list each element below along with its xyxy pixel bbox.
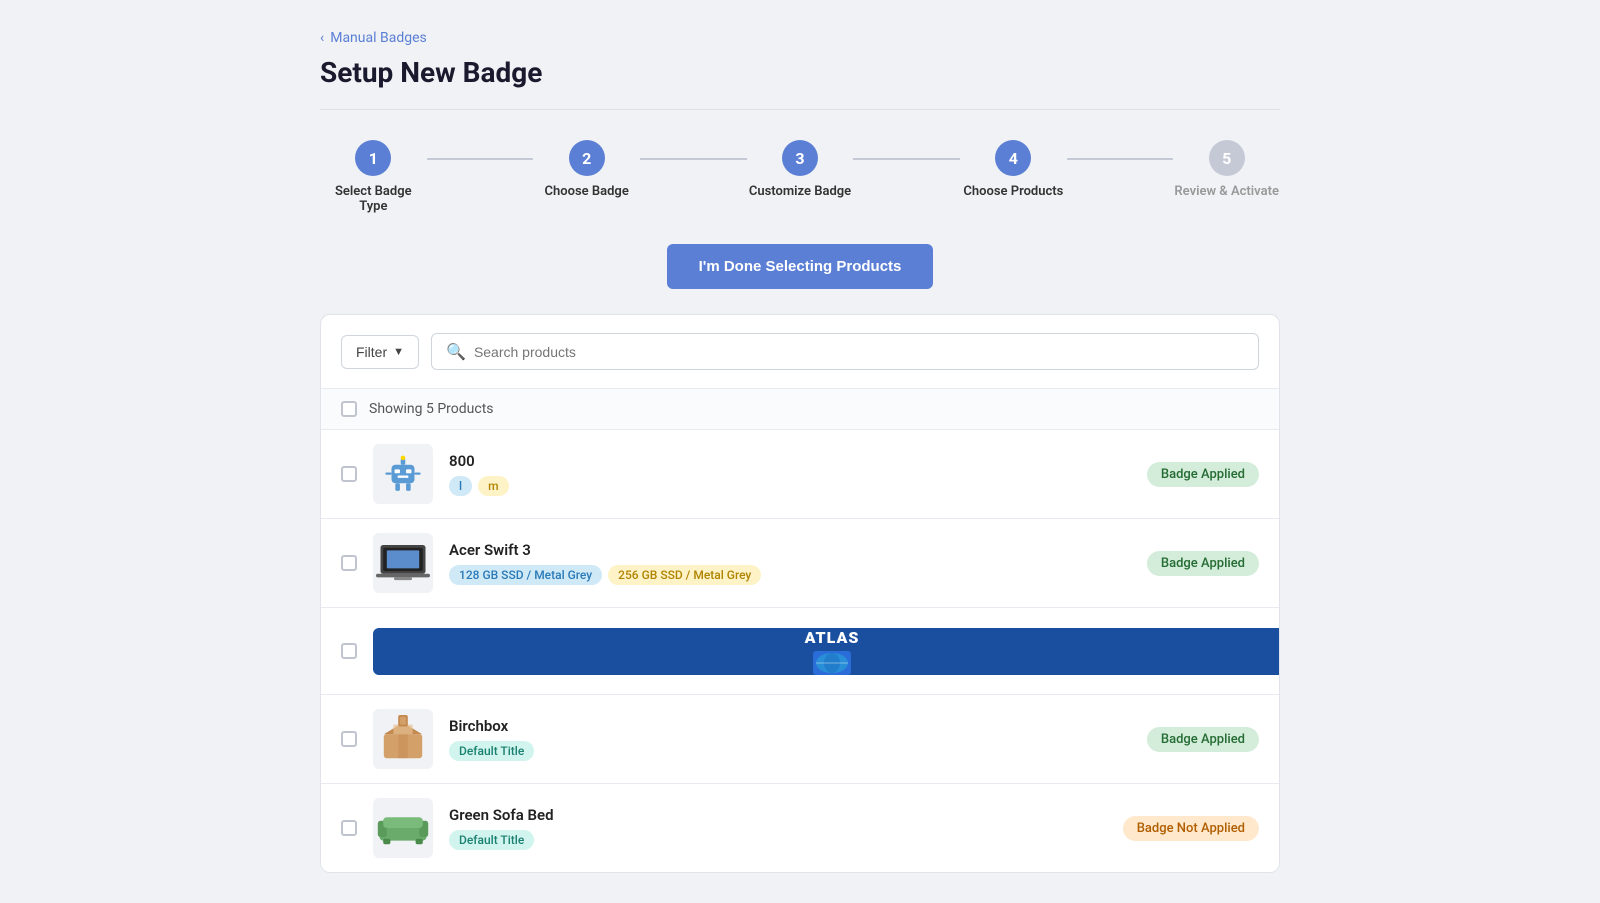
search-wrapper: 🔍 (431, 333, 1259, 370)
step-circle-1: 1 (355, 140, 391, 176)
search-input[interactable] (474, 344, 1244, 360)
badge-status-green-sofa-bed: Badge Not Applied (1123, 816, 1259, 841)
showing-text: Showing 5 Products (369, 401, 494, 417)
search-icon: 🔍 (446, 342, 466, 361)
title-divider (320, 109, 1280, 110)
product-info-800: 800 lm (449, 452, 1131, 496)
step-label-1: Select Badge Type (320, 184, 427, 214)
product-thumbnail-green-sofa-bed (373, 798, 433, 858)
product-list: 800 lm Badge Applied Acer Swift 3 128 GB… (321, 430, 1279, 872)
product-name-green-sofa-bed: Green Sofa Bed (449, 806, 1107, 824)
product-row-birchbox: Birchbox Default Title Badge Applied (321, 695, 1279, 784)
product-tag: 128 GB SSD / Metal Grey (449, 565, 602, 585)
step-label-5: Review & Activate (1174, 184, 1279, 199)
step-circle-4: 4 (995, 140, 1031, 176)
step-circle-2: 2 (569, 140, 605, 176)
product-checkbox-acer-swift-3[interactable] (341, 555, 357, 571)
step-4: 4 Choose Products (960, 140, 1067, 199)
step-3: 3 Customize Badge (747, 140, 854, 199)
step-label-3: Customize Badge (749, 184, 851, 199)
select-all-checkbox[interactable] (341, 401, 357, 417)
product-name-acer-swift-3: Acer Swift 3 (449, 541, 1131, 559)
badge-status-acer-swift-3: Badge Applied (1147, 551, 1259, 576)
step-circle-5: 5 (1209, 140, 1245, 176)
step-connector-4-5 (1067, 158, 1174, 160)
product-row-acer-swift-3: Acer Swift 3 128 GB SSD / Metal Grey 256 … (321, 519, 1279, 608)
filter-label: Filter (356, 344, 387, 360)
products-panel: Filter ▼ 🔍 Showing 5 Products 800 (320, 314, 1280, 873)
product-tags-acer-swift-3: 128 GB SSD / Metal Grey 256 GB SSD / Meta… (449, 565, 1131, 585)
product-row-green-sofa-bed: Green Sofa Bed Default Title Badge Not A… (321, 784, 1279, 872)
product-checkbox-atlas[interactable] (341, 643, 357, 659)
product-thumbnail-atlas: ATLAS (373, 628, 1280, 675)
step-connector-3-4 (853, 158, 960, 160)
product-info-acer-swift-3: Acer Swift 3 128 GB SSD / Metal Grey 256 … (449, 541, 1131, 585)
badge-status-800: Badge Applied (1147, 462, 1259, 487)
step-circle-3: 3 (782, 140, 818, 176)
product-info-birchbox: Birchbox Default Title (449, 717, 1131, 761)
product-tag: m (478, 476, 508, 496)
breadcrumb-label: Manual Badges (330, 30, 427, 46)
step-connector-1-2 (427, 158, 534, 160)
product-thumbnail-acer-swift-3 (373, 533, 433, 593)
product-checkbox-green-sofa-bed[interactable] (341, 820, 357, 836)
product-row-atlas: ATLAS Atlas Default Title Badge Not Appl… (321, 608, 1279, 695)
badge-status-birchbox: Badge Applied (1147, 727, 1259, 752)
product-tag: Default Title (449, 741, 534, 761)
product-checkbox-birchbox[interactable] (341, 731, 357, 747)
product-tag: 256 GB SSD / Metal Grey (608, 565, 761, 585)
product-thumbnail-800 (373, 444, 433, 504)
filter-button[interactable]: Filter ▼ (341, 335, 419, 369)
product-tag: Default Title (449, 830, 534, 850)
product-tags-green-sofa-bed: Default Title (449, 830, 1107, 850)
product-thumbnail-birchbox (373, 709, 433, 769)
stepper: 1 Select Badge Type 2 Choose Badge 3 Cus… (320, 140, 1280, 214)
toolbar: Filter ▼ 🔍 (321, 315, 1279, 389)
chevron-left-icon: ‹ (320, 30, 324, 46)
done-selecting-button[interactable]: I'm Done Selecting Products (667, 244, 934, 289)
page-title: Setup New Badge (320, 56, 1280, 89)
breadcrumb[interactable]: ‹ Manual Badges (320, 30, 1280, 46)
step-label-2: Choose Badge (545, 184, 629, 199)
product-tags-birchbox: Default Title (449, 741, 1131, 761)
filter-chevron-icon: ▼ (393, 346, 404, 358)
done-btn-container: I'm Done Selecting Products (320, 244, 1280, 289)
product-info-green-sofa-bed: Green Sofa Bed Default Title (449, 806, 1107, 850)
step-label-4: Choose Products (963, 184, 1063, 199)
product-checkbox-800[interactable] (341, 466, 357, 482)
product-tag: l (449, 476, 472, 496)
product-tags-800: lm (449, 476, 1131, 496)
step-1: 1 Select Badge Type (320, 140, 427, 214)
product-name-800: 800 (449, 452, 1131, 470)
step-5: 5 Review & Activate (1173, 140, 1280, 199)
step-connector-2-3 (640, 158, 747, 160)
product-name-birchbox: Birchbox (449, 717, 1131, 735)
product-row-800: 800 lm Badge Applied (321, 430, 1279, 519)
step-2: 2 Choose Badge (533, 140, 640, 199)
showing-row: Showing 5 Products (321, 389, 1279, 430)
